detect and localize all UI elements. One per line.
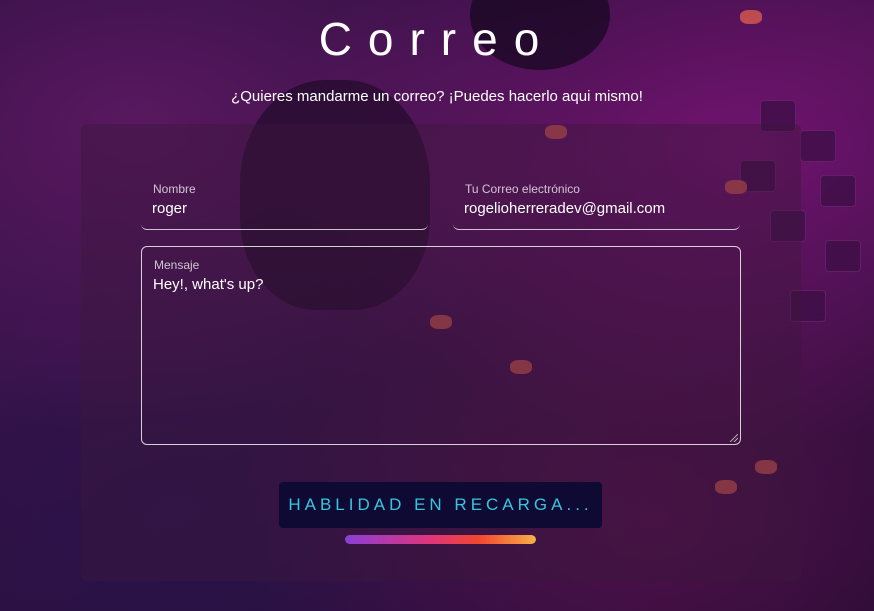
message-field-value[interactable]: Hey!, what's up? (153, 276, 263, 293)
resize-handle-icon[interactable] (730, 434, 738, 442)
name-field[interactable]: Nombre roger (141, 182, 428, 230)
name-field-value[interactable]: roger (152, 200, 187, 217)
recharge-progress-fill (345, 535, 536, 544)
message-field-label: Mensaje (154, 258, 200, 272)
name-field-label: Nombre (153, 182, 196, 196)
page-title: Correo (318, 13, 556, 65)
message-textarea[interactable]: Mensaje Hey!, what's up? (141, 246, 741, 445)
submit-button[interactable]: HABLIDAD EN RECARGA... (279, 482, 602, 528)
page-subtitle: ¿Quieres mandarme un correo? ¡Puedes hac… (231, 88, 643, 105)
keyboard-key-decoration (800, 130, 836, 162)
keyboard-key-decoration (820, 175, 856, 207)
email-field-value[interactable]: rogelioherreradev@gmail.com (464, 200, 665, 217)
email-field-label: Tu Correo electrónico (465, 182, 580, 196)
recharge-progress-bar (345, 535, 536, 544)
email-field[interactable]: Tu Correo electrónico rogelioherreradev@… (453, 182, 740, 230)
keyboard-key-decoration (825, 240, 861, 272)
